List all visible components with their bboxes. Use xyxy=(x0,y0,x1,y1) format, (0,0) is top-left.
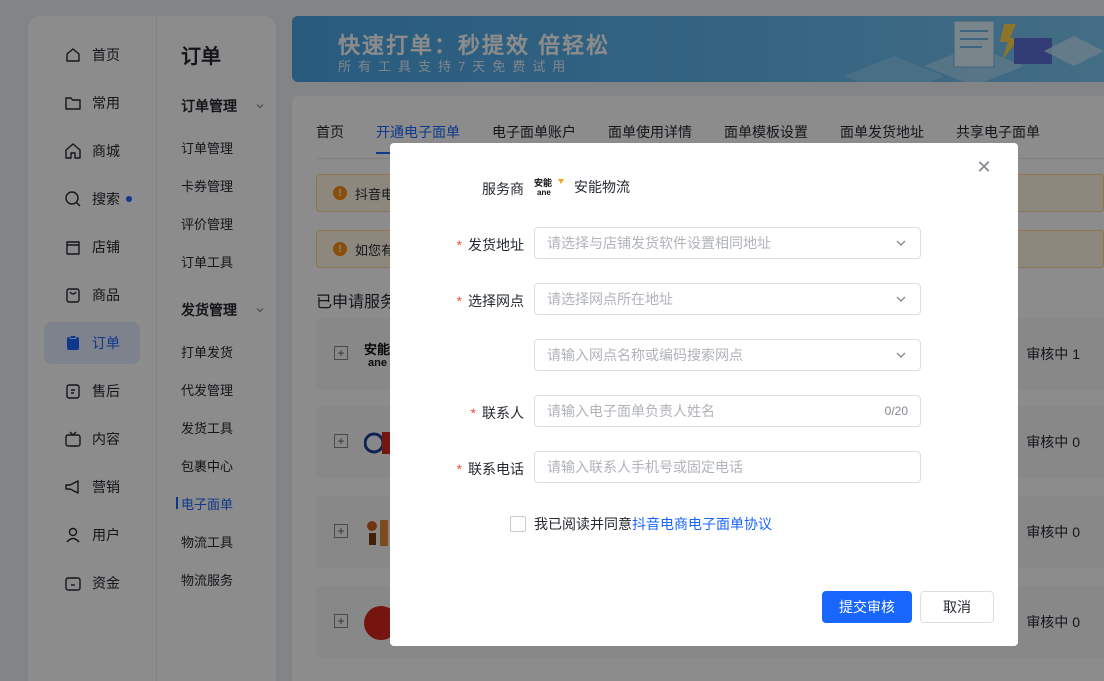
provider-label: 服务商 xyxy=(482,181,524,197)
chevron-down-icon xyxy=(894,236,908,250)
agreement-link[interactable]: 抖音电商电子面单协议 xyxy=(632,514,772,534)
outlet-region-select[interactable]: 请选择网点所在地址 xyxy=(534,283,921,315)
agreement-text: 我已阅读并同意 xyxy=(534,516,632,532)
char-counter: 0/20 xyxy=(884,404,908,418)
address-select[interactable]: 请选择与店铺发货软件设置相同地址 xyxy=(534,227,921,259)
close-icon[interactable]: ✕ xyxy=(976,158,992,176)
phone-placeholder: 请输入联系人手机号或固定电话 xyxy=(547,459,743,475)
label-text: 联系人 xyxy=(482,405,524,421)
ane-logo: 安能 ane xyxy=(534,177,566,197)
provider-name: 安能物流 xyxy=(574,179,630,195)
address-label: * 发货地址 xyxy=(456,237,524,253)
label-text: 发货地址 xyxy=(468,237,524,253)
agreement-checkbox[interactable] xyxy=(510,516,526,532)
cancel-button[interactable]: 取消 xyxy=(920,591,994,623)
agreement-row: 我已阅读并同意 抖音电商电子面单协议 xyxy=(510,514,772,534)
outlet-search-select[interactable]: 请输入网点名称或编码搜索网点 xyxy=(534,339,921,371)
outlet-label: * 选择网点 xyxy=(456,293,524,309)
contact-placeholder: 请输入电子面单负责人姓名 xyxy=(547,403,715,419)
svg-text:ane: ane xyxy=(537,188,551,197)
chevron-down-icon xyxy=(894,348,908,362)
phone-input[interactable]: 请输入联系人手机号或固定电话 xyxy=(534,451,921,483)
svg-text:安能: 安能 xyxy=(534,177,552,188)
label-text: 选择网点 xyxy=(468,293,524,309)
chevron-down-icon xyxy=(894,292,908,306)
phone-label: * 联系电话 xyxy=(456,461,524,477)
contact-input[interactable]: 请输入电子面单负责人姓名 0/20 xyxy=(534,395,921,427)
outlet-search-placeholder: 请输入网点名称或编码搜索网点 xyxy=(547,347,743,363)
address-placeholder: 请选择与店铺发货软件设置相同地址 xyxy=(547,235,771,251)
provider-info: 安能 ane 安能物流 xyxy=(534,177,630,197)
contact-label: * 联系人 xyxy=(470,405,524,421)
outlet-placeholder: 请选择网点所在地址 xyxy=(547,291,673,307)
label-text: 联系电话 xyxy=(468,461,524,477)
apply-e-waybill-modal: ✕ 服务商 安能 ane 安能物流 * 发货地址 请选择与店铺发货软件设置相同地址 … xyxy=(390,143,1018,646)
submit-review-button[interactable]: 提交审核 xyxy=(822,591,912,623)
